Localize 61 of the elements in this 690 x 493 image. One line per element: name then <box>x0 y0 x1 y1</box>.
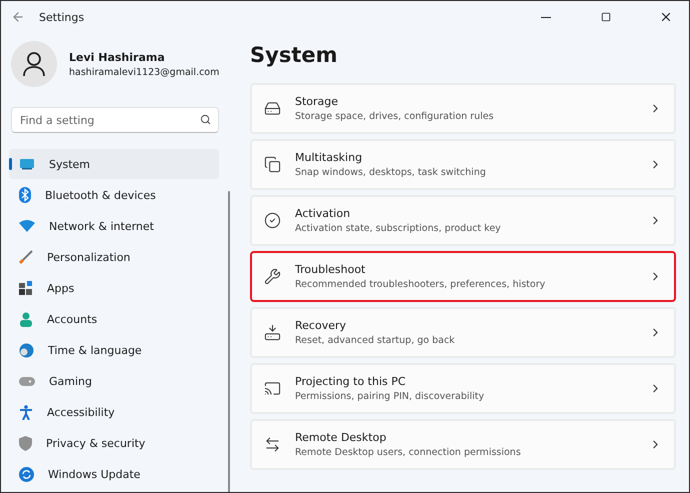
settings-card[interactable]: Troubleshoot Recommended troubleshooters, preferences, history <box>250 251 676 302</box>
maximize-icon <box>601 12 611 22</box>
card-title: Recovery <box>295 319 348 332</box>
sidebar-item[interactable]: Gaming <box>9 366 219 396</box>
monitor-icon <box>19 158 35 170</box>
sidebar-item[interactable]: Apps <box>9 273 219 303</box>
card-title: Remote Desktop <box>295 431 388 444</box>
settings-card[interactable]: Projecting to this PC Permissions, pairing PIN, discoverability <box>250 363 676 414</box>
settings-card[interactable]: Multitasking Snap windows, desktops, task switching <box>250 139 676 190</box>
card-title: Multitasking <box>295 151 364 164</box>
drive-icon <box>264 100 281 117</box>
windows-icon <box>264 156 281 173</box>
sidebar-item[interactable]: Time & language <box>9 335 219 365</box>
wrench-icon <box>264 268 281 285</box>
sidebar-item[interactable]: Bluetooth & devices <box>9 180 219 210</box>
apps-icon <box>19 281 33 295</box>
sidebar-item[interactable]: Accounts <box>9 304 219 334</box>
accessibility-icon <box>19 404 33 420</box>
recovery-drive-icon <box>264 324 281 341</box>
card-subtitle: Recommended troubleshooters, preferences, history <box>295 279 546 290</box>
avatar[interactable] <box>11 41 57 87</box>
arrows-icon <box>264 436 281 453</box>
card-subtitle: Snap windows, desktops, task switching <box>295 167 487 178</box>
projector-icon <box>264 380 281 397</box>
close-icon <box>659 10 673 24</box>
card-title: Troubleshoot <box>295 263 366 276</box>
user-name: Levi Hashirama <box>69 50 166 64</box>
check-circle-icon <box>264 212 281 229</box>
card-title: Storage <box>295 95 340 108</box>
wifi-icon <box>19 220 35 232</box>
settings-card[interactable]: Recovery Reset, advanced startup, go back <box>250 307 676 358</box>
card-subtitle: Remote Desktop users, connection permissions <box>295 447 522 458</box>
shield-icon <box>19 436 32 450</box>
card-subtitle: Reset, advanced startup, go back <box>295 335 456 346</box>
card-title: Activation <box>295 207 352 220</box>
sidebar-item[interactable]: Network & internet <box>9 211 219 241</box>
search-field[interactable]: Find a setting <box>11 107 219 133</box>
sidebar-item[interactable]: Windows Update <box>9 459 219 489</box>
settings-card[interactable]: Remote Desktop Remote Desktop users, connection permissions <box>250 419 676 470</box>
card-subtitle: Permissions, pairing PIN, discoverability <box>295 391 486 402</box>
sidebar-item[interactable]: Privacy & security <box>9 428 219 458</box>
minimize-icon <box>541 16 551 18</box>
update-icon <box>19 466 34 482</box>
person-icon <box>19 312 33 326</box>
bluetooth-icon <box>19 187 31 203</box>
card-subtitle: Activation state, subscriptions, product key <box>295 223 502 234</box>
window-title: Settings <box>39 10 86 24</box>
page-title: System <box>250 43 338 67</box>
settings-card[interactable]: Storage Storage space, drives, configuration rules <box>250 83 676 134</box>
settings-card[interactable]: Activation Activation state, subscriptions, product key <box>250 195 676 246</box>
brush-icon <box>19 250 33 264</box>
card-subtitle: Storage space, drives, configuration rules <box>295 111 495 122</box>
user-email: hashiramalevi1123@gmail.com <box>69 66 220 78</box>
card-title: Projecting to this PC <box>295 375 407 388</box>
back-icon[interactable] <box>11 10 25 24</box>
search-icon <box>200 114 211 125</box>
sidebar-item[interactable]: Personalization <box>9 242 219 272</box>
person-icon <box>23 52 45 76</box>
sidebar-item[interactable]: Accessibility <box>9 397 219 427</box>
sidebar-item[interactable]: System <box>9 149 219 179</box>
scrollbar[interactable] <box>228 191 230 492</box>
